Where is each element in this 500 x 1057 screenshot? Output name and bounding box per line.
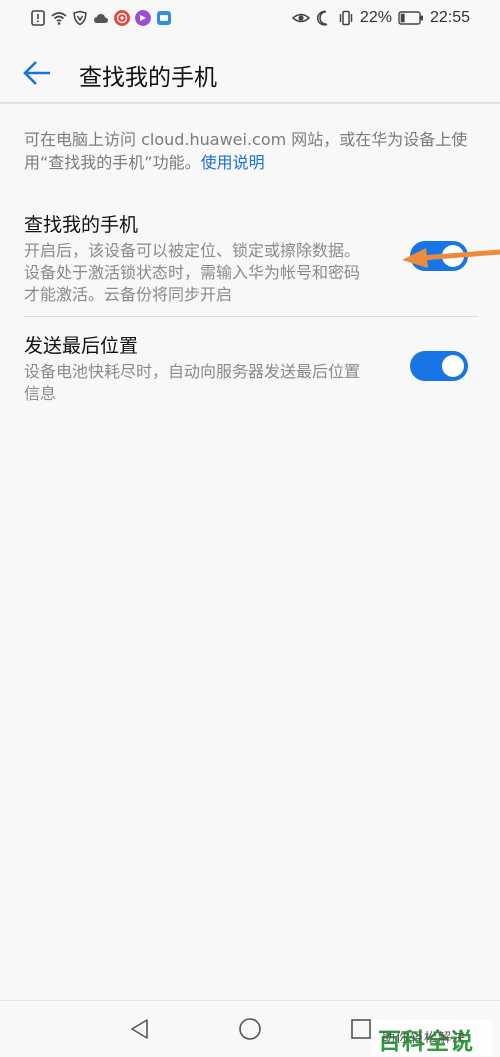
find-my-phone-description: 开启后，该设备可以被定位、锁定或擦除数据。设备处于激活锁状态时，需输入华为帐号和… — [24, 241, 361, 304]
eye-comfort-icon — [291, 13, 310, 23]
app-bar: 查找我的手机 — [0, 40, 500, 104]
send-last-location-switch[interactable] — [410, 351, 468, 381]
page-title: 查找我的手机 — [79, 65, 217, 91]
status-left-icons — [30, 10, 172, 26]
switch-knob — [442, 355, 464, 377]
app-red-icon — [114, 10, 130, 26]
annotation-arrow-icon — [402, 248, 500, 268]
clock: 22:55 — [429, 9, 470, 26]
status-right-icons: 22% 22:55 — [291, 9, 470, 27]
intro-text-block: 可在电脑上访问 cloud.huawei.com 网站，或在华为设备上使用“查找… — [24, 128, 476, 174]
home-circle-icon[interactable] — [238, 1017, 262, 1041]
vpn-shield-icon — [73, 10, 87, 26]
recents-square-icon[interactable] — [349, 1017, 373, 1041]
status-bar: 22% 22:55 — [0, 0, 500, 40]
app-bar-divider — [0, 102, 500, 104]
battery-percent: 22% — [359, 9, 392, 26]
vibrate-icon — [339, 10, 353, 26]
app-blue-icon — [157, 11, 171, 25]
cloud-icon — [94, 14, 108, 23]
send-last-location-title: 发送最后位置 — [24, 335, 139, 357]
back-arrow-icon[interactable] — [22, 58, 52, 88]
moon-icon — [316, 10, 328, 26]
back-triangle-icon[interactable] — [128, 1017, 152, 1041]
find-my-phone-title: 查找我的手机 — [24, 214, 139, 236]
usage-instructions-link[interactable]: 使用说明 — [201, 153, 265, 172]
wifi-icon — [51, 12, 67, 25]
battery-icon — [398, 11, 423, 25]
watermark-subtitle: 助你轻松解决 — [382, 1031, 467, 1046]
alert-icon — [31, 10, 45, 26]
send-last-location-description: 设备电池快耗尽时，自动向服务器发送最后位置信息 — [24, 362, 361, 403]
row-divider — [24, 316, 478, 317]
app-purple-icon — [135, 10, 151, 26]
